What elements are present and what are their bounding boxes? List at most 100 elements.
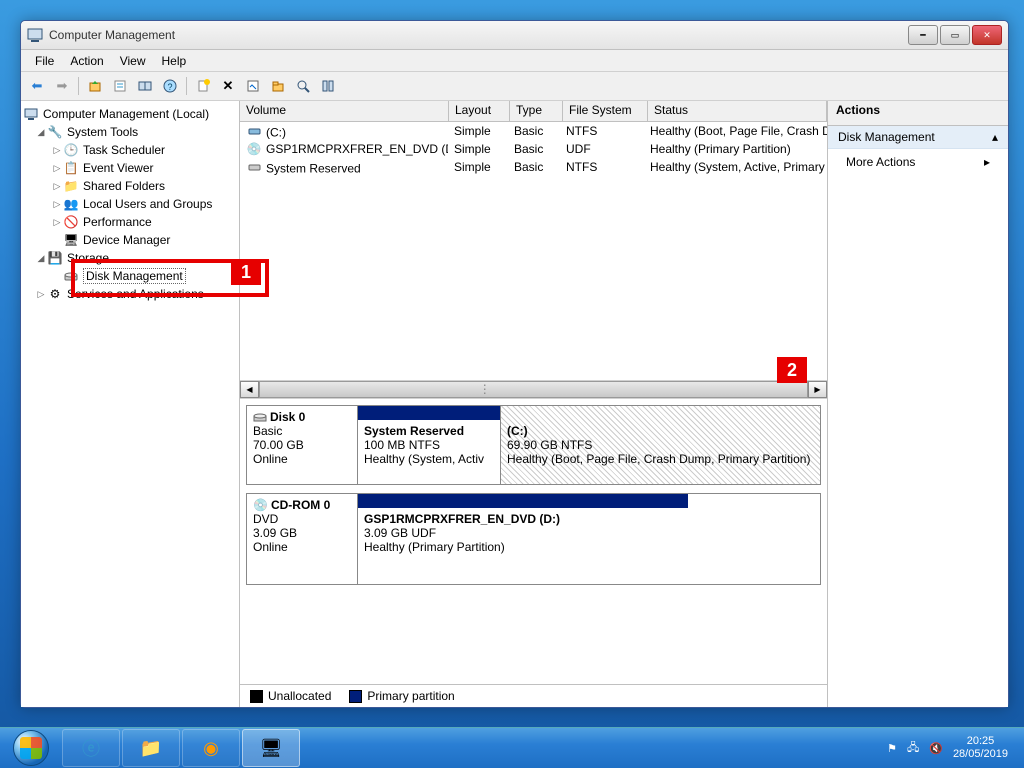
col-layout[interactable]: Layout <box>449 101 510 121</box>
tree-label: System Tools <box>67 125 138 139</box>
tree-task-scheduler[interactable]: ▷🕒Task Scheduler <box>21 141 239 159</box>
vol-type: Basic <box>508 141 560 157</box>
tree-system-tools[interactable]: ◢ 🔧 System Tools <box>21 123 239 141</box>
titlebar[interactable]: Computer Management ━ ▭ ✕ <box>21 21 1008 50</box>
find-button[interactable] <box>291 74 315 98</box>
part-status: Healthy (Primary Partition) <box>364 540 682 554</box>
menu-action[interactable]: Action <box>62 52 111 70</box>
col-volume[interactable]: Volume <box>240 101 449 121</box>
task-explorer[interactable]: 📁 <box>122 729 180 767</box>
folder-button[interactable] <box>266 74 290 98</box>
disk-status: Online <box>253 452 351 466</box>
task-media[interactable]: ◉ <box>182 729 240 767</box>
action-more[interactable]: More Actions ▸ <box>828 149 1008 175</box>
windows-orb-icon <box>13 730 49 766</box>
tree-shared-folders[interactable]: ▷📁Shared Folders <box>21 177 239 195</box>
disk-size: 3.09 GB <box>253 526 351 540</box>
disk-header[interactable]: 💿CD-ROM 0 DVD 3.09 GB Online <box>247 494 358 584</box>
tree-label: Event Viewer <box>83 161 153 175</box>
partition-system-reserved[interactable]: System Reserved 100 MB NTFS Healthy (Sys… <box>358 406 501 484</box>
expand-icon[interactable]: ▷ <box>51 181 63 192</box>
volume-header[interactable]: Volume Layout Type File System Status <box>240 101 827 122</box>
col-fs[interactable]: File System <box>563 101 648 121</box>
tree-disk-management[interactable]: Disk Management <box>21 267 239 285</box>
volume-icon[interactable]: 🔇 <box>929 742 943 755</box>
vol-layout: Simple <box>448 159 508 175</box>
tree-device-manager[interactable]: 🖥Device Manager <box>21 231 239 249</box>
flag-icon[interactable]: ⚑ <box>887 742 897 755</box>
start-button[interactable] <box>4 729 58 767</box>
back-button[interactable]: ⬅ <box>25 74 49 98</box>
refresh-button[interactable] <box>133 74 157 98</box>
volume-row[interactable]: System Reserved Simple Basic NTFS Health… <box>240 158 827 176</box>
tree-performance[interactable]: ▷🚫Performance <box>21 213 239 231</box>
volume-list[interactable]: (C:) Simple Basic NTFS Healthy (Boot, Pa… <box>240 122 827 380</box>
time: 20:25 <box>953 735 1008 748</box>
h-scrollbar[interactable]: ◀ ▶ 2 <box>240 380 827 399</box>
actions-panel: Actions Disk Management ▴ More Actions ▸ <box>828 101 1008 707</box>
media-icon: ◉ <box>203 738 219 759</box>
system-tray[interactable]: ⚑ 🖧 🔇 20:25 28/05/2019 <box>887 735 1020 760</box>
actions-header: Actions <box>828 101 1008 126</box>
properties-button[interactable] <box>108 74 132 98</box>
menu-file[interactable]: File <box>27 52 62 70</box>
expand-icon[interactable]: ▷ <box>51 145 63 156</box>
tree-event-viewer[interactable]: ▷📋Event Viewer <box>21 159 239 177</box>
up-button[interactable] <box>83 74 107 98</box>
tree-services-apps[interactable]: ▷⚙Services and Applications <box>21 285 239 303</box>
partition-dvd[interactable]: GSP1RMCPRXFRER_EN_DVD (D:) 3.09 GB UDF H… <box>358 494 688 584</box>
help-button[interactable]: ? <box>158 74 182 98</box>
maximize-button[interactable]: ▭ <box>940 25 970 45</box>
forward-button[interactable]: ➡ <box>50 74 74 98</box>
task-ie[interactable]: ⓔ <box>62 729 120 767</box>
scroll-right-button[interactable]: ▶ <box>808 381 827 398</box>
taskbar[interactable]: ⓔ 📁 ◉ 🖥 ⚑ 🖧 🔇 20:25 28/05/2019 <box>0 727 1024 768</box>
part-size: 3.09 GB UDF <box>364 526 682 540</box>
collapse-icon[interactable]: ◢ <box>35 127 47 138</box>
expand-icon[interactable]: ▷ <box>51 217 63 228</box>
actions-section-label: Disk Management <box>838 130 935 144</box>
chevron-right-icon: ▸ <box>984 155 990 169</box>
legend: Unallocated Primary partition <box>240 684 827 707</box>
tree-storage[interactable]: ◢💾Storage <box>21 249 239 267</box>
app-window: Computer Management ━ ▭ ✕ File Action Vi… <box>20 20 1009 708</box>
tree-root[interactable]: Computer Management (Local) <box>21 105 239 123</box>
part-size: 69.90 GB NTFS <box>507 438 814 452</box>
disk-row[interactable]: Disk 0 Basic 70.00 GB Online System Rese… <box>246 405 821 485</box>
scroll-thumb[interactable] <box>259 381 808 398</box>
cdrom-row[interactable]: 💿CD-ROM 0 DVD 3.09 GB Online GSP1RMCPRXF… <box>246 493 821 585</box>
nav-tree[interactable]: Computer Management (Local) ◢ 🔧 System T… <box>21 101 240 707</box>
part-name: (C:) <box>507 424 814 438</box>
task-compmgmt[interactable]: 🖥 <box>242 729 300 767</box>
col-status[interactable]: Status <box>648 101 827 121</box>
vol-fs: UDF <box>560 141 644 157</box>
legend-primary: Primary partition <box>349 689 454 703</box>
tree-local-users[interactable]: ▷👥Local Users and Groups <box>21 195 239 213</box>
scroll-left-button[interactable]: ◀ <box>240 381 259 398</box>
expand-icon[interactable]: ▷ <box>35 289 47 300</box>
minimize-button[interactable]: ━ <box>908 25 938 45</box>
expand-icon[interactable]: ▷ <box>51 199 63 210</box>
actions-section[interactable]: Disk Management ▴ <box>828 126 1008 149</box>
volume-row[interactable]: 💿GSP1RMCPRXFRER_EN_DVD (D:) Simple Basic… <box>240 140 827 158</box>
menu-view[interactable]: View <box>112 52 154 70</box>
services-icon: ⚙ <box>47 286 63 302</box>
legend-unallocated: Unallocated <box>250 689 331 703</box>
new-button[interactable] <box>191 74 215 98</box>
highlight-1-tag: 1 <box>231 259 240 285</box>
clock-icon: 🕒 <box>63 142 79 158</box>
list-button[interactable] <box>316 74 340 98</box>
collapse-icon[interactable]: ◢ <box>35 253 47 264</box>
col-type[interactable]: Type <box>510 101 563 121</box>
close-button[interactable]: ✕ <box>972 25 1002 45</box>
clock[interactable]: 20:25 28/05/2019 <box>953 735 1008 760</box>
menu-help[interactable]: Help <box>154 52 195 70</box>
volume-row[interactable]: (C:) Simple Basic NTFS Healthy (Boot, Pa… <box>240 122 827 140</box>
partition-c[interactable]: (C:) 69.90 GB NTFS Healthy (Boot, Page F… <box>501 406 820 484</box>
props2-button[interactable] <box>241 74 265 98</box>
expand-icon[interactable]: ▷ <box>51 163 63 174</box>
network-icon[interactable]: 🖧 <box>907 739 919 758</box>
delete-button[interactable]: ✕ <box>216 74 240 98</box>
disk-header[interactable]: Disk 0 Basic 70.00 GB Online <box>247 406 358 484</box>
drive-icon <box>246 122 262 138</box>
